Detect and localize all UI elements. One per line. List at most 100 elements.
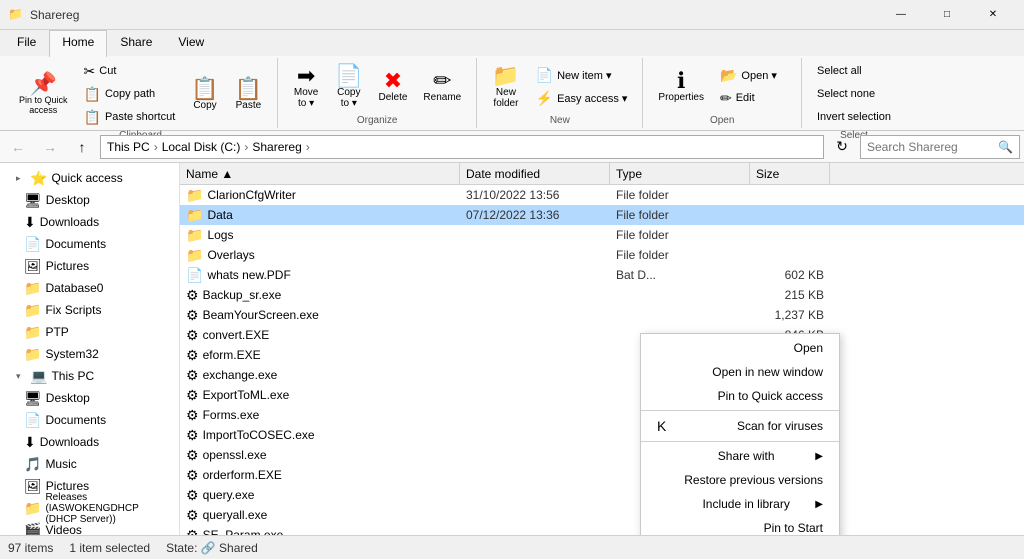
easy-access-button[interactable]: ⚡ Easy access ▾	[529, 87, 635, 109]
sidebar: ▸ ⭐ Quick access 🖥 Desktop ⬇ Downloads 📄…	[0, 163, 180, 535]
sidebar-item-releases[interactable]: 📁 Releases (IASWOKENGDHCP (DHCP Server))	[0, 497, 179, 519]
address-path[interactable]: This PC › Local Disk (C:) › Sharereg ›	[100, 135, 824, 159]
main-area: ▸ ⭐ Quick access 🖥 Desktop ⬇ Downloads 📄…	[0, 163, 1024, 535]
col-header-date[interactable]: Date modified	[460, 163, 610, 184]
file-row[interactable]: ⚙ SE_Param.exe 91 KB	[180, 525, 1024, 535]
copy-label: Copy	[193, 100, 216, 111]
new-folder-label: Newfolder	[493, 87, 518, 109]
file-row[interactable]: ⚙ BeamYourScreen.exe 1,237 KB	[180, 305, 1024, 325]
ctx-item[interactable]: Share with▶	[641, 444, 839, 468]
ctx-item[interactable]: Restore previous versions	[641, 468, 839, 492]
ctx-item[interactable]: Open in new window	[641, 360, 839, 384]
ctx-item[interactable]: Pin to Quick access	[641, 384, 839, 408]
forward-button[interactable]: →	[36, 134, 64, 160]
maximize-button[interactable]: □	[924, 0, 970, 30]
paste-shortcut-label: Paste shortcut	[105, 111, 175, 123]
file-name: eform.EXE	[203, 348, 261, 362]
copy-to-button[interactable]: 📄 Copyto ▾	[328, 61, 369, 113]
file-row[interactable]: ⚙ convert.EXE 846 KB	[180, 325, 1024, 345]
invert-selection-button[interactable]: Invert selection	[810, 106, 898, 128]
new-folder-button[interactable]: 📁 Newfolder	[485, 61, 526, 113]
sidebar-item-pictures1[interactable]: 🖼 Pictures	[0, 255, 179, 277]
file-row[interactable]: ⚙ orderform.EXE 290 KB	[180, 465, 1024, 485]
open-button[interactable]: 📂 Open ▾	[713, 64, 793, 86]
cut-button[interactable]: ✂ Cut	[77, 60, 183, 82]
delete-button[interactable]: ✖ Delete	[372, 61, 415, 113]
ctx-item[interactable]: Pin to Start	[641, 516, 839, 535]
up-button[interactable]: ↑	[68, 134, 96, 160]
sidebar-item-system32[interactable]: 📁 System32	[0, 343, 179, 365]
file-icon: ⚙	[186, 347, 199, 364]
copy-to-label: Copyto ▾	[337, 87, 360, 109]
sidebar-item-fixscripts[interactable]: 📁 Fix Scripts	[0, 299, 179, 321]
tab-home[interactable]: Home	[49, 30, 107, 57]
file-name: exchange.exe	[203, 368, 278, 382]
back-button[interactable]: ←	[4, 134, 32, 160]
file-row[interactable]: 📁 Overlays File folder	[180, 245, 1024, 265]
rename-button[interactable]: ✏ Rename	[416, 61, 468, 113]
new-label: New	[550, 113, 570, 126]
select-none-button[interactable]: Select none	[810, 83, 898, 105]
properties-button[interactable]: ℹ Properties	[651, 61, 711, 113]
refresh-button[interactable]: ↻	[828, 134, 856, 160]
sidebar-item-desktop1[interactable]: 🖥 Desktop	[0, 189, 179, 211]
edit-icon: ✏	[720, 91, 732, 105]
move-to-button[interactable]: ➡ Moveto ▾	[286, 61, 326, 113]
file-row[interactable]: ⚙ ImportToCOSEC.exe 665 KB	[180, 425, 1024, 445]
ctx-item[interactable]: Include in library▶	[641, 492, 839, 516]
file-row[interactable]: 📁 Logs File folder	[180, 225, 1024, 245]
file-row[interactable]: ⚙ ExportToML.exe 120 KB	[180, 385, 1024, 405]
new-item-button[interactable]: 📄 New item ▾	[529, 64, 635, 86]
sidebar-item-downloads1[interactable]: ⬇ Downloads	[0, 211, 179, 233]
file-row[interactable]: ⚙ Forms.exe 763 KB	[180, 405, 1024, 425]
file-row[interactable]: 📁 ClarionCfgWriter 31/10/2022 13:56 File…	[180, 185, 1024, 205]
file-row[interactable]: ⚙ eform.EXE 1,292 KB	[180, 345, 1024, 365]
sidebar-item-thispc[interactable]: ▾ 💻 This PC	[0, 365, 179, 387]
path-localdisk: Local Disk (C:)	[162, 140, 241, 154]
ribbon-group-clipboard: 📌 Pin to Quickaccess ✂ Cut 📋 Copy path 📋…	[4, 58, 278, 128]
ctx-item[interactable]: KScan for viruses	[641, 413, 839, 439]
sidebar-item-downloads2[interactable]: ⬇ Downloads	[0, 431, 179, 453]
col-header-size[interactable]: Size	[750, 163, 830, 184]
file-name: SE_Param.exe	[203, 528, 284, 535]
file-row[interactable]: 📁 Data 07/12/2022 13:36 File folder	[180, 205, 1024, 225]
open-label: Open ▾	[741, 69, 777, 82]
search-box[interactable]: 🔍	[860, 135, 1020, 159]
file-date	[460, 314, 610, 316]
file-type	[610, 314, 750, 316]
sidebar-item-documents1[interactable]: 📄 Documents	[0, 233, 179, 255]
file-row[interactable]: ⚙ queryall.exe 76 KB	[180, 505, 1024, 525]
tab-view[interactable]: View	[165, 30, 217, 56]
copy-button[interactable]: 📋 Copy	[184, 68, 225, 120]
file-row[interactable]: ⚙ Backup_sr.exe 215 KB	[180, 285, 1024, 305]
search-icon: 🔍	[998, 140, 1013, 154]
sidebar-item-documents2[interactable]: 📄 Documents	[0, 409, 179, 431]
sidebar-item-ptp[interactable]: 📁 PTP	[0, 321, 179, 343]
minimize-button[interactable]: —	[878, 0, 924, 30]
pin-button[interactable]: 📌 Pin to Quickaccess	[12, 68, 75, 120]
new-item-label: New item ▾	[557, 69, 611, 82]
sidebar-item-music[interactable]: 🎵 Music	[0, 453, 179, 475]
file-row[interactable]: ⚙ exchange.exe 1,193 KB	[180, 365, 1024, 385]
close-button[interactable]: ✕	[970, 0, 1016, 30]
select-all-button[interactable]: Select all	[810, 60, 898, 82]
paste-shortcut-button[interactable]: 📋 Paste shortcut	[77, 106, 183, 128]
col-header-name[interactable]: Name ▲	[180, 163, 460, 184]
file-row[interactable]: ⚙ openssl.exe 482 KB	[180, 445, 1024, 465]
paste-button[interactable]: 📋 Paste	[228, 68, 269, 120]
file-row[interactable]: ⚙ query.exe 70 KB	[180, 485, 1024, 505]
tab-share[interactable]: Share	[107, 30, 165, 56]
copy-icon: 📋	[191, 78, 218, 100]
new-folder-icon: 📁	[492, 65, 519, 87]
sidebar-item-quickaccess[interactable]: ▸ ⭐ Quick access	[0, 167, 179, 189]
tab-file[interactable]: File	[4, 30, 49, 56]
file-name: Data	[207, 208, 232, 222]
file-row[interactable]: 📄 whats new.PDF Bat D... 602 KB	[180, 265, 1024, 285]
sidebar-item-desktop2[interactable]: 🖥 Desktop	[0, 387, 179, 409]
edit-button[interactable]: ✏ Edit	[713, 87, 793, 109]
sidebar-item-database0[interactable]: 📁 Database0	[0, 277, 179, 299]
copy-path-button[interactable]: 📋 Copy path	[77, 83, 183, 105]
search-input[interactable]	[867, 140, 994, 154]
col-header-type[interactable]: Type	[610, 163, 750, 184]
ctx-item[interactable]: Open	[641, 336, 839, 360]
